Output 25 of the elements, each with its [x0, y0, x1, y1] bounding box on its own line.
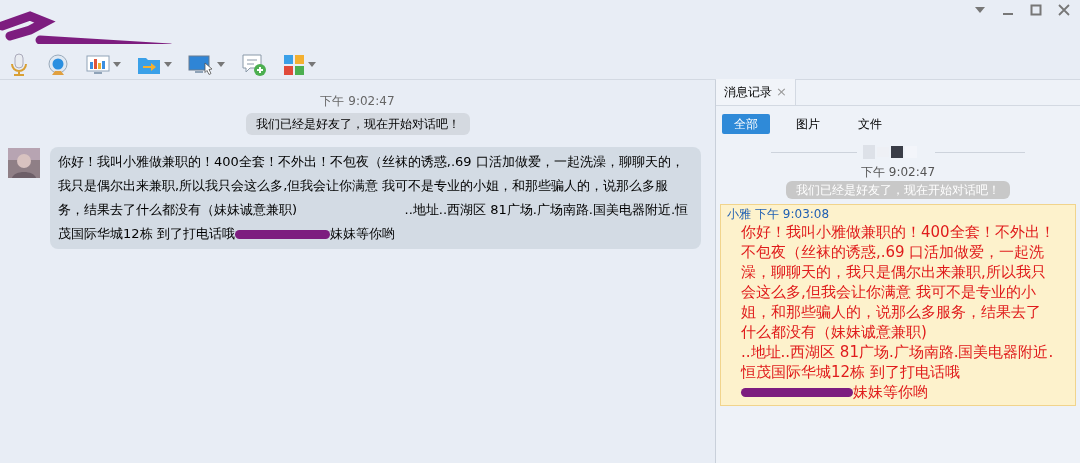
apps-icon[interactable]: [283, 53, 305, 76]
caret-icon[interactable]: [217, 62, 225, 67]
maximize-icon[interactable]: [1030, 4, 1042, 16]
message-text: 你好！我叫小雅做兼职的！400全套！不外出！不包夜（丝袜的诱惑,.69 口活加做爱，一起洗澡，聊聊天的，我只是偶尔出来兼职,所以我只会这么多,但我会让你满意 我可不是专业的小姐，和那些骗人的，说那么多服务，结果去了什么都没有（妹妹诚意兼职) ..地址..西湖区 81广场.广场南路.国美电器附近.恒茂国际华城12栋 到了打电话哦 妹妹等你哟: [739, 222, 1056, 402]
avatar: [8, 148, 40, 178]
message-time: 下午 9:03:08: [755, 206, 830, 222]
message-time: 下午 9:02:47: [860, 164, 936, 181]
microphone-icon[interactable]: [8, 52, 30, 77]
chart-screen-icon[interactable]: [86, 53, 110, 76]
filter-tab[interactable]: 图片: [784, 114, 832, 134]
filter-tab[interactable]: 文件: [846, 114, 894, 134]
message-time: 下午 9:02:47: [320, 93, 395, 110]
caret-icon[interactable]: [308, 62, 316, 67]
system-notice: 我们已经是好友了，现在开始对话吧！: [245, 113, 470, 135]
filter-tab[interactable]: 全部: [722, 114, 770, 134]
close-icon[interactable]: [1058, 4, 1070, 16]
chat-add-icon[interactable]: [241, 52, 267, 77]
history-tab[interactable]: 消息记录 ×: [716, 79, 796, 105]
caret-icon[interactable]: [974, 6, 986, 14]
message-bubble: 你好！我叫小雅做兼职的！400全套！不外出！不包夜（丝袜的诱惑,.69 口活加做爱，一起洗澡，聊聊天的，我只是偶尔出来兼职,所以我只会这么多,但我会让你满意 我可不是专业的小姐，和那些骗人的，说那么多服务，结果去了什么都没有（妹妹诚意兼职) ..地址..西湖区 81广场.广场南路.国美电器附近.恒茂国际华城12栋 到了打电话哦 妹妹等你哟: [50, 147, 701, 249]
caret-icon[interactable]: [164, 62, 172, 67]
caret-icon[interactable]: [113, 62, 121, 67]
webcam-icon[interactable]: [46, 52, 70, 77]
screen-share-icon[interactable]: [188, 53, 214, 76]
sender-name: 小雅: [727, 206, 751, 222]
